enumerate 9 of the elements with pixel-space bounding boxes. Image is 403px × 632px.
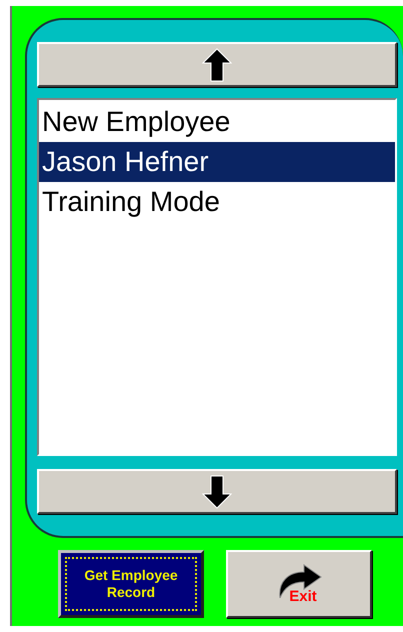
employee-item[interactable]: Jason Hefner: [39, 142, 395, 182]
up-arrow-icon: [202, 48, 232, 82]
down-arrow-icon: [202, 474, 232, 508]
exit-label: Exit: [289, 588, 317, 604]
employee-item[interactable]: Training Mode: [39, 182, 395, 222]
scroll-down-button[interactable]: [37, 469, 397, 514]
get-record-button[interactable]: Get Employee Record: [58, 550, 204, 618]
employee-item[interactable]: New Employee: [39, 102, 395, 142]
scroll-up-button[interactable]: [37, 42, 397, 87]
